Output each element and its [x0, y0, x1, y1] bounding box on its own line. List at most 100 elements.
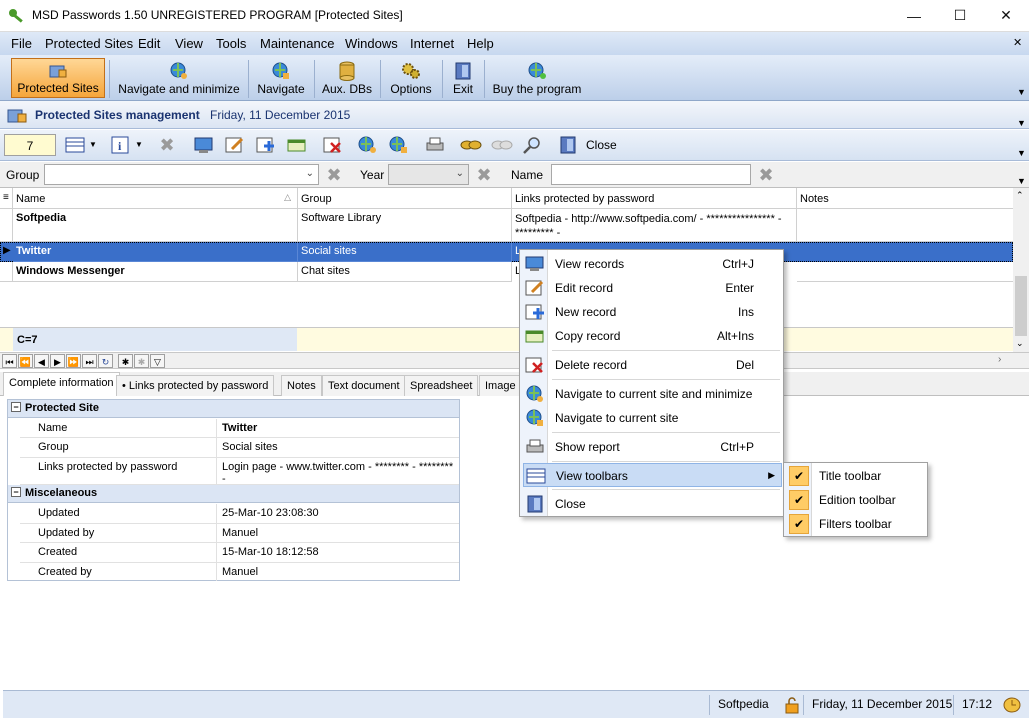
tab-spreadsheet[interactable]: Spreadsheet — [404, 375, 479, 396]
tab-notes[interactable]: Notes — [281, 375, 322, 396]
scroll-right-icon[interactable]: › — [998, 354, 1001, 365]
menu-internet[interactable]: Internet — [410, 36, 454, 51]
view-records-icon[interactable] — [193, 135, 215, 155]
clear-group-icon[interactable]: ✖ — [324, 165, 344, 185]
table-row-name[interactable]: Softpedia — [13, 209, 298, 242]
detail-value[interactable]: Twitter — [219, 419, 257, 434]
detail-value[interactable]: 25-Mar-10 23:08:30 — [219, 504, 319, 519]
minimize-button[interactable]: — — [891, 0, 937, 31]
grid-view-icon[interactable] — [65, 135, 87, 155]
detail-value[interactable]: Social sites — [219, 438, 278, 453]
scroll-down-icon[interactable]: ⌄ — [1016, 338, 1024, 349]
recbar-overflow-icon[interactable]: ▼ — [1017, 148, 1026, 158]
menu-help[interactable]: Help — [467, 36, 494, 51]
table-row-links[interactable]: Softpedia - http://www.softpedia.com/ - … — [512, 209, 797, 242]
navigate-button[interactable]: Navigate — [252, 58, 310, 98]
dropdown-icon[interactable]: ▼ — [135, 140, 143, 149]
aux-dbs-button[interactable]: Aux. DBs — [318, 58, 376, 98]
tab-image[interactable]: Image — [479, 375, 522, 396]
refresh-icon[interactable]: ↻ — [98, 354, 113, 368]
protected-sites-button[interactable]: Protected Sites — [11, 58, 105, 98]
detail-value[interactable]: 15-Mar-10 18:12:58 — [219, 543, 319, 558]
column-header-name[interactable]: Name △ — [13, 188, 298, 209]
section-protected-site[interactable]: − Protected Site — [8, 400, 459, 418]
table-row-notes[interactable] — [797, 262, 1013, 282]
menu-file[interactable]: File — [11, 36, 32, 51]
column-header-notes[interactable]: Notes — [797, 188, 1013, 209]
table-row-group[interactable]: Chat sites — [298, 262, 512, 282]
collapse-icon[interactable]: − — [11, 487, 21, 497]
submenu-item-edition-toolbar[interactable]: ✔ Edition toolbar — [787, 488, 926, 512]
table-row-group[interactable]: Software Library — [298, 209, 512, 242]
collapse-icon[interactable]: − — [11, 402, 21, 412]
prev-page-icon[interactable]: ⏪ — [18, 354, 33, 368]
detail-value[interactable]: Manuel — [219, 563, 258, 578]
next-page-icon[interactable]: ⏩ — [66, 354, 81, 368]
menu-windows[interactable]: Windows — [345, 36, 398, 51]
grid-scrollbar[interactable]: ⌃ ⌄ — [1013, 188, 1029, 353]
navigate-minimize-icon[interactable] — [357, 135, 379, 155]
menu-item-view-records[interactable]: View records Ctrl+J — [523, 252, 782, 276]
table-row-group[interactable]: Social sites — [298, 242, 512, 262]
row-indicator[interactable] — [0, 262, 13, 282]
search-icon[interactable] — [522, 135, 544, 155]
insert-icon[interactable]: ✱ — [118, 354, 133, 368]
close-window-button[interactable]: ✕ — [983, 0, 1029, 31]
close-child-icon[interactable]: ✕ — [1013, 36, 1022, 49]
prev-record-icon[interactable]: ◀ — [34, 354, 49, 368]
last-record-icon[interactable]: ⏭ — [82, 354, 97, 368]
table-row-notes[interactable] — [797, 209, 1013, 242]
clear-name-icon[interactable]: ✖ — [756, 165, 776, 185]
submenu-item-title-toolbar[interactable]: ✔ Title toolbar — [787, 464, 926, 488]
tab-text-document[interactable]: Text document — [322, 375, 406, 396]
maximize-button[interactable]: ☐ — [937, 0, 983, 31]
column-header-group[interactable]: Group — [298, 188, 512, 209]
info-icon[interactable]: i — [110, 135, 132, 155]
menu-item-navigate[interactable]: Navigate to current site — [523, 406, 782, 430]
menu-item-edit-record[interactable]: Edit record Enter — [523, 276, 782, 300]
menu-item-navigate-minimize[interactable]: Navigate to current site and minimize — [523, 382, 782, 406]
tab-links-protected[interactable]: • Links protected by password — [116, 375, 275, 396]
menu-item-show-report[interactable]: Show report Ctrl+P — [523, 435, 782, 459]
filter-icon[interactable]: ▽ — [150, 354, 165, 368]
menu-item-copy-record[interactable]: Copy record Alt+Ins — [523, 324, 782, 348]
save-icon[interactable]: ✱ — [134, 354, 149, 368]
exit-button[interactable]: Exit — [446, 58, 480, 98]
unlink-icon[interactable] — [491, 135, 513, 155]
clear-year-icon[interactable]: ✖ — [474, 165, 494, 185]
column-header-links[interactable]: Links protected by password — [512, 188, 797, 209]
menu-item-delete-record[interactable]: Delete record Del — [523, 353, 782, 377]
detail-value[interactable]: Login page - www.twitter.com - ******** … — [219, 458, 459, 485]
menu-item-close[interactable]: Close — [523, 492, 782, 516]
copy-record-icon[interactable] — [286, 135, 308, 155]
table-row-name[interactable]: Windows Messenger — [13, 262, 298, 282]
close-icon[interactable] — [558, 135, 580, 155]
menu-maintenance[interactable]: Maintenance — [260, 36, 334, 51]
menu-item-view-toolbars[interactable]: View toolbars ▶ — [523, 463, 782, 487]
dropdown-icon[interactable]: ▼ — [89, 140, 97, 149]
delete-record-icon[interactable] — [322, 135, 344, 155]
options-button[interactable]: Options — [384, 58, 438, 98]
menu-tools[interactable]: Tools — [216, 36, 246, 51]
name-filter-input[interactable] — [551, 164, 751, 185]
new-record-icon[interactable] — [255, 135, 277, 155]
detail-value[interactable]: Manuel — [219, 524, 258, 539]
close-label[interactable]: Close — [586, 138, 617, 152]
table-row-name[interactable]: Twitter — [13, 242, 298, 262]
scroll-up-icon[interactable]: ⌃ — [1016, 190, 1024, 201]
navigate-icon[interactable] — [388, 135, 410, 155]
toolbar-overflow-icon[interactable]: ▼ — [1017, 87, 1026, 97]
submenu-item-filters-toolbar[interactable]: ✔ Filters toolbar — [787, 512, 926, 536]
section-miscelaneous[interactable]: − Miscelaneous — [8, 485, 459, 503]
year-filter-select[interactable]: ⌄ — [388, 164, 469, 185]
filter-overflow-icon[interactable]: ▼ — [1017, 176, 1026, 186]
link-icon[interactable] — [460, 135, 482, 155]
menu-view[interactable]: View — [175, 36, 203, 51]
edit-record-icon[interactable] — [224, 135, 246, 155]
menu-edit[interactable]: Edit — [138, 36, 160, 51]
group-filter-select[interactable]: ⌄ — [44, 164, 319, 185]
scroll-thumb[interactable] — [1015, 276, 1027, 336]
first-page-icon[interactable]: ⏮ — [2, 354, 17, 368]
menu-protected-sites[interactable]: Protected Sites — [45, 36, 133, 51]
navigate-minimize-button[interactable]: Navigate and minimize — [113, 58, 245, 98]
